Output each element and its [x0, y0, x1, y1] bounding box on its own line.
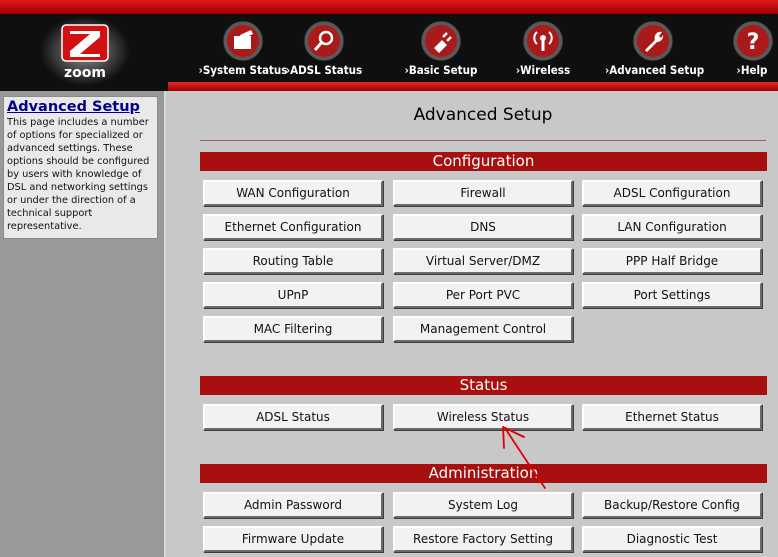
- ethernet-configuration-button[interactable]: Ethernet Configuration: [203, 214, 383, 240]
- restore-factory-setting-button[interactable]: Restore Factory Setting: [393, 526, 573, 552]
- dns-button[interactable]: DNS: [393, 214, 573, 240]
- admin-password-button[interactable]: Admin Password: [203, 492, 383, 518]
- adsl-configuration-button[interactable]: ADSL Configuration: [582, 180, 762, 206]
- nav-wireless[interactable]: Wireless: [495, 20, 591, 82]
- sidebar-help-box: Advanced Setup This page includes a numb…: [3, 96, 158, 239]
- per-port-pvc-button[interactable]: Per Port PVC: [393, 282, 573, 308]
- nav-help[interactable]: ? Help: [704, 20, 778, 82]
- nav-basic-setup[interactable]: Basic Setup: [393, 20, 489, 82]
- question-icon: ?: [732, 20, 774, 62]
- adsl-status-button[interactable]: ADSL Status: [203, 404, 383, 430]
- header-red-underline: [168, 82, 778, 91]
- backup-restore-config-button[interactable]: Backup/Restore Config: [582, 492, 762, 518]
- nav-label: ADSL Status: [276, 63, 372, 77]
- virtual-server-dmz-button[interactable]: Virtual Server/DMZ: [393, 248, 573, 274]
- sidebar-title-link[interactable]: Advanced Setup: [7, 99, 154, 116]
- page-title: Advanced Setup: [413, 105, 553, 125]
- nav-adsl-status[interactable]: ADSL Status: [276, 20, 372, 82]
- mac-filtering-button[interactable]: MAC Filtering: [203, 316, 383, 342]
- sidebar: Advanced Setup This page includes a numb…: [0, 91, 166, 557]
- nav-label: Advanced Setup: [605, 63, 704, 77]
- header-bar: zoom System Status ADSL Status Basic Set…: [0, 0, 778, 91]
- firewall-button[interactable]: Firewall: [393, 180, 573, 206]
- folder-icon: [222, 20, 264, 62]
- section-header-configuration: Configuration: [200, 152, 767, 171]
- ppp-half-bridge-button[interactable]: PPP Half Bridge: [582, 248, 762, 274]
- section-header-status: Status: [200, 376, 767, 395]
- upnp-button[interactable]: UPnP: [203, 282, 383, 308]
- zoom-logo: zoom: [40, 16, 130, 86]
- system-log-button[interactable]: System Log: [393, 492, 573, 518]
- title-divider: [200, 140, 766, 141]
- nav-label: Basic Setup: [393, 63, 489, 77]
- wan-configuration-button[interactable]: WAN Configuration: [203, 180, 383, 206]
- magnifier-icon: [303, 20, 345, 62]
- plug-icon: [420, 20, 462, 62]
- wrench-icon: [632, 20, 674, 62]
- wireless-status-button[interactable]: Wireless Status: [393, 404, 573, 430]
- firmware-update-button[interactable]: Firmware Update: [203, 526, 383, 552]
- nav-advanced-setup[interactable]: Advanced Setup: [605, 20, 704, 82]
- section-header-administration: Administration: [200, 464, 767, 483]
- header-top-band: [0, 0, 778, 14]
- ethernet-status-button[interactable]: Ethernet Status: [582, 404, 762, 430]
- routing-table-button[interactable]: Routing Table: [203, 248, 383, 274]
- management-control-button[interactable]: Management Control: [393, 316, 573, 342]
- logo-wordmark: zoom: [64, 65, 106, 81]
- nav-label: Wireless: [495, 63, 591, 77]
- diagnostic-test-button[interactable]: Diagnostic Test: [582, 526, 762, 552]
- svg-text:?: ?: [747, 30, 760, 55]
- lan-configuration-button[interactable]: LAN Configuration: [582, 214, 762, 240]
- main-content: Advanced Setup Configuration WAN Configu…: [166, 91, 778, 557]
- sidebar-description: This page includes a number of options f…: [7, 117, 150, 232]
- port-settings-button[interactable]: Port Settings: [582, 282, 762, 308]
- nav-label: Help: [704, 63, 778, 77]
- wireless-icon: [522, 20, 564, 62]
